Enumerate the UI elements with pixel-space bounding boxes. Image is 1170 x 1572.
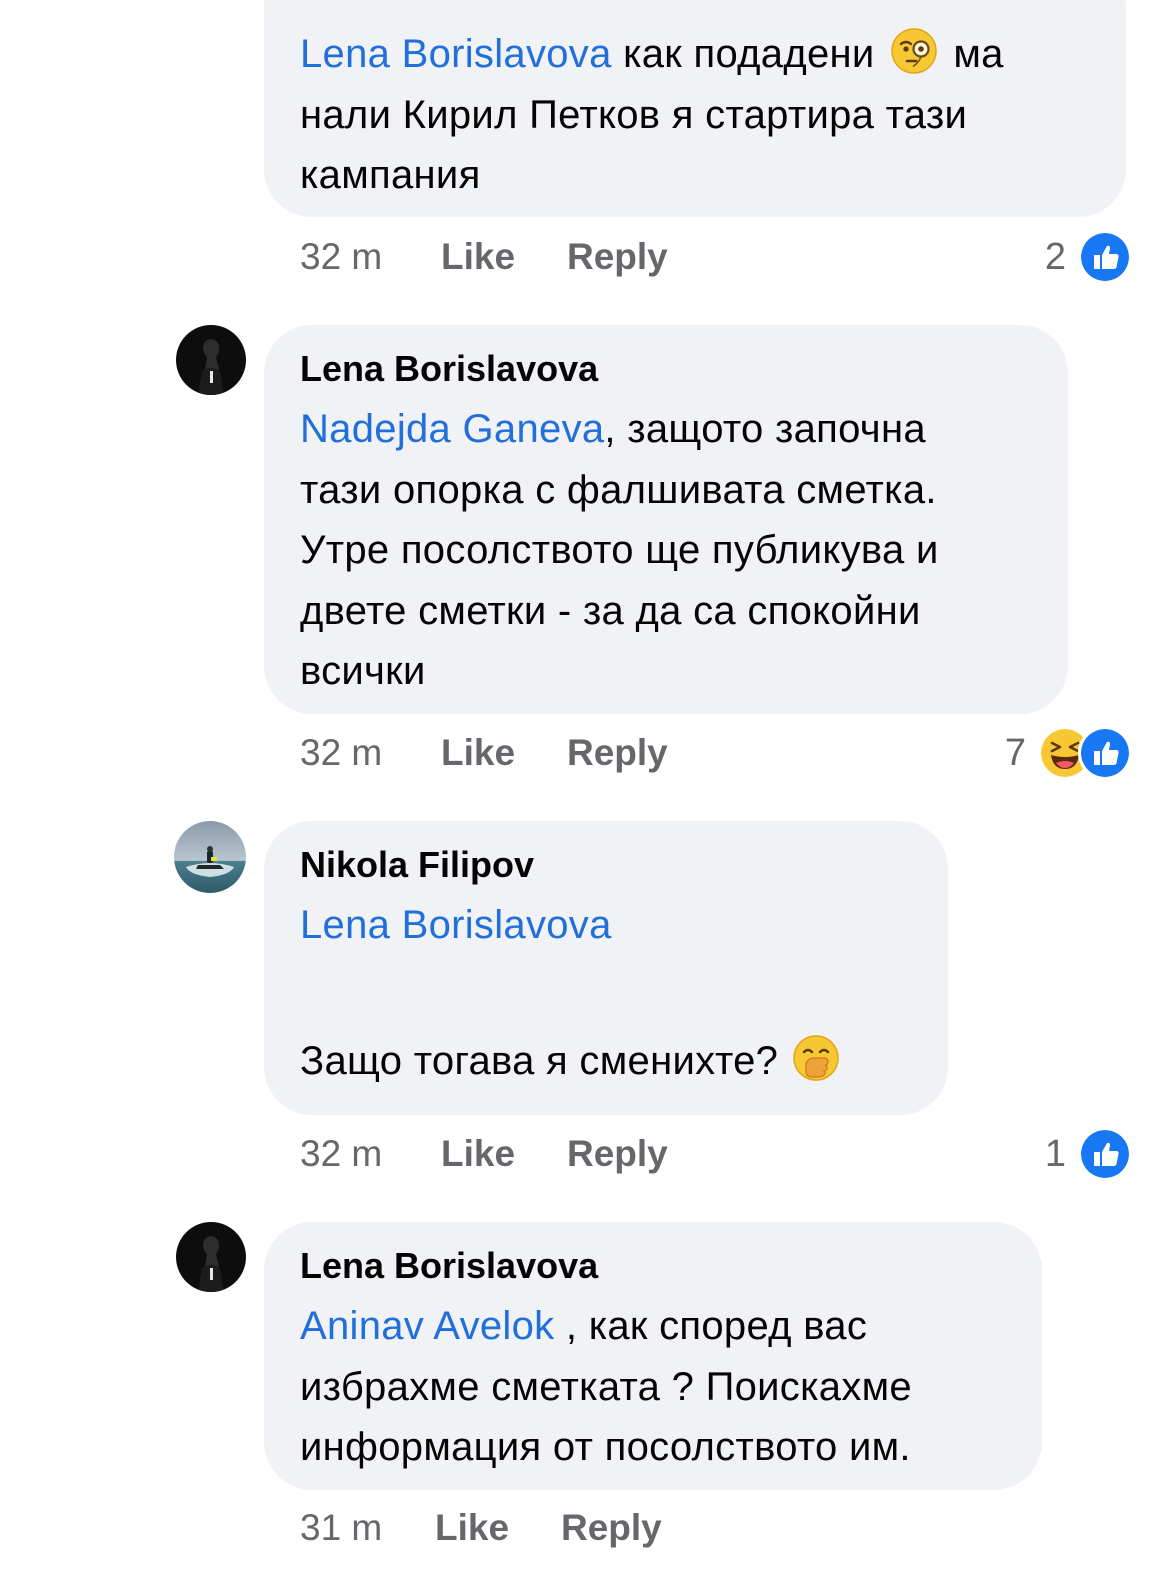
comment-bubble: Nikola Filipov Lena Borislavova Защо тог…	[264, 821, 948, 1115]
comment-timestamp: 32 m	[300, 1133, 383, 1174]
like-button[interactable]: Like	[441, 1129, 515, 1179]
comment-author[interactable]: Lena Borislavova	[300, 347, 1032, 391]
like-reaction-icon	[1078, 230, 1132, 284]
profile-photo	[176, 1222, 246, 1292]
reaction-count: 2	[1044, 235, 1066, 278]
comment-text: Защо тогава я сменихте?	[300, 1038, 779, 1083]
like-reaction-icon	[1078, 726, 1132, 780]
face-with-monocle-icon	[891, 28, 937, 74]
mention-link[interactable]: Lena Borislavova	[300, 903, 612, 947]
avatar[interactable]	[176, 1222, 246, 1292]
like-button[interactable]: Like	[435, 1503, 509, 1553]
face-with-hand-over-mouth-icon	[793, 1034, 839, 1081]
mention-link[interactable]: Aninav Avelok	[300, 1304, 554, 1348]
comment-author[interactable]: Nikola Filipov	[300, 843, 912, 887]
reaction-count: 1	[1044, 1132, 1066, 1175]
comment-author[interactable]: Lena Borislavova	[300, 1244, 1006, 1288]
comment-timestamp: 32 m	[300, 732, 383, 773]
mention-link[interactable]: Lena Borislavova	[300, 32, 612, 76]
profile-photo	[176, 325, 246, 395]
comment-text: Aninav Avelok , как според вас избрахме …	[300, 1304, 912, 1469]
comment-bubble: Lena Borislavova Nadejda Ganeva, защото …	[264, 325, 1068, 714]
comment-text: Nadejda Ganeva, защото започна тази опор…	[300, 407, 939, 693]
reply-button[interactable]: Reply	[567, 232, 668, 282]
like-button[interactable]: Like	[441, 728, 515, 778]
comment-text: Lena Borislavova как подадени ма нали Ки…	[300, 24, 1090, 206]
reply-button[interactable]: Reply	[567, 1129, 668, 1179]
profile-photo	[174, 821, 246, 893]
comment-bubble: Lena Borislavova Aninav Avelok , как спо…	[264, 1222, 1042, 1490]
reaction-summary[interactable]: 2	[1044, 230, 1132, 284]
reply-button[interactable]: Reply	[561, 1503, 662, 1553]
reaction-count: 7	[1004, 731, 1026, 774]
avatar[interactable]	[176, 325, 246, 395]
reaction-summary[interactable]: 1	[1044, 1127, 1132, 1181]
comment-timestamp: 32 m	[300, 236, 383, 277]
mention-link[interactable]: Nadejda Ganeva	[300, 407, 604, 451]
comment-bubble: Lena Borislavova как подадени ма нали Ки…	[264, 0, 1126, 217]
like-button[interactable]: Like	[441, 232, 515, 282]
reaction-summary[interactable]: 7	[1004, 726, 1132, 780]
avatar[interactable]	[174, 821, 246, 893]
reply-button[interactable]: Reply	[567, 728, 668, 778]
comment-text: Lena Borislavova	[300, 895, 912, 956]
like-reaction-icon	[1078, 1127, 1132, 1181]
comment-timestamp: 31 m	[300, 1507, 383, 1548]
